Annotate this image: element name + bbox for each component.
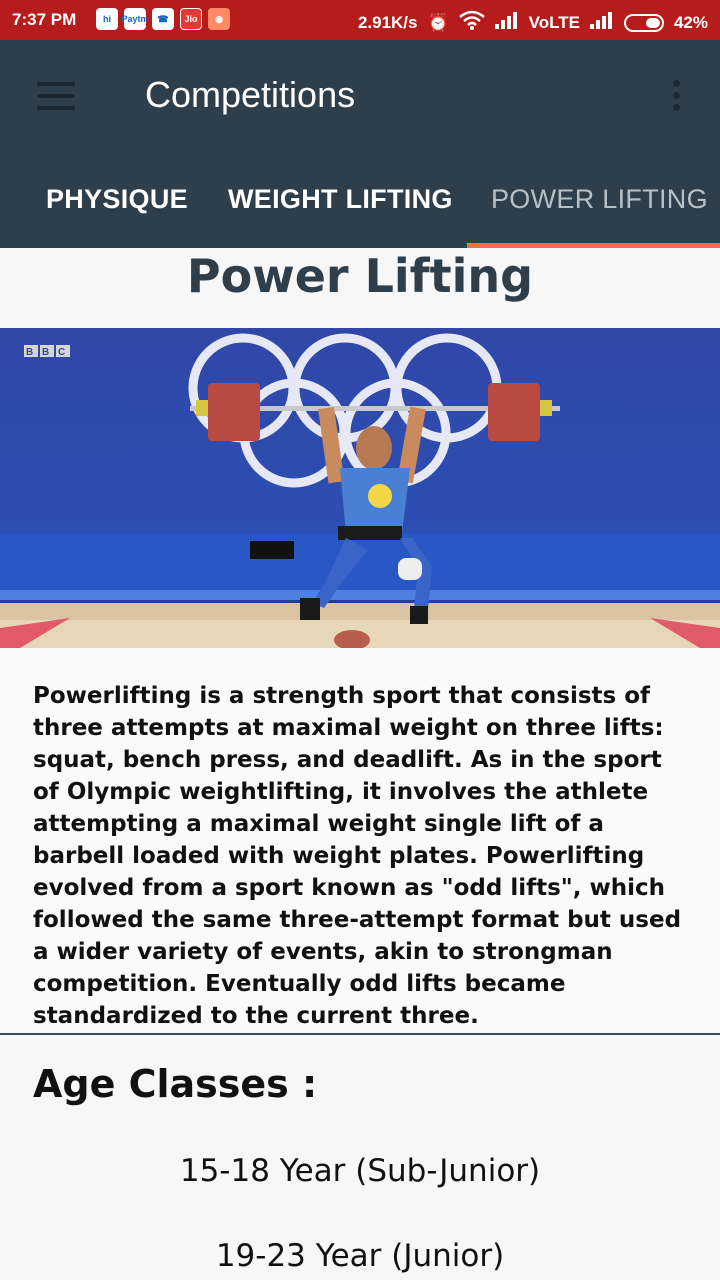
tab-weight-lifting[interactable]: WEIGHT LIFTING: [228, 184, 453, 215]
net-speed: 2.91K/s: [357, 12, 418, 32]
paytm-icon: Paytm: [122, 8, 149, 30]
hero-image: B B C: [0, 328, 720, 648]
alarm-icon: ⏰: [427, 12, 449, 32]
wifi-icon: [458, 10, 485, 35]
battery-level: 42%: [673, 12, 708, 32]
notification-icons: hi Paytm ☎ Jio ◉: [96, 8, 230, 30]
svg-text:C: C: [58, 347, 65, 358]
phone-icon: ☎: [152, 8, 174, 30]
age-class-item: 15-18 Year (Sub-Junior): [179, 1153, 541, 1189]
hike-icon: hi: [96, 8, 118, 30]
svg-text:B: B: [26, 347, 33, 358]
signal-icon: [494, 11, 519, 34]
tab-physique[interactable]: PHYSIQUE: [46, 184, 188, 215]
app-bar: Competitions PHYSIQUE WEIGHT LIFTING POW…: [0, 40, 720, 248]
tab-power-lifting[interactable]: POWER LIFTING: [491, 184, 708, 215]
tab-bar: PHYSIQUE WEIGHT LIFTING POWER LIFTING: [0, 170, 720, 248]
age-class-item: 19-23 Year (Junior): [215, 1238, 505, 1274]
description-card: Powerlifting is a strength sport that co…: [0, 648, 720, 1035]
signal-icon-2: [589, 11, 614, 34]
app-title: Competitions: [145, 74, 356, 115]
cat-app-icon: ◉: [208, 8, 230, 30]
svg-text:B: B: [42, 347, 49, 358]
battery-icon: [623, 13, 664, 32]
status-time: 7:37 PM: [12, 10, 77, 29]
network-type: VoLTE: [528, 12, 580, 32]
menu-icon[interactable]: [37, 82, 75, 110]
age-classes-title: Age Classes :: [33, 1062, 318, 1106]
description-text: Powerlifting is a strength sport that co…: [33, 683, 682, 1029]
page-heading: Power Lifting: [186, 249, 534, 303]
bbc-logo: B B C: [24, 345, 70, 358]
status-bar: 7:37 PM hi Paytm ☎ Jio ◉ 2.91K/s ⏰ VoLTE…: [0, 0, 720, 40]
overflow-menu-icon[interactable]: [670, 80, 682, 116]
jio-icon: Jio: [180, 8, 202, 30]
